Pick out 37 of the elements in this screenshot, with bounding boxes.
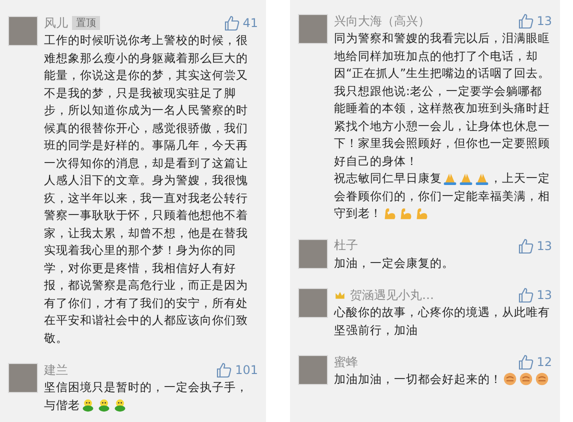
pinned-badge: 置顶 — [72, 16, 100, 30]
comment-text: 工作的时候听说你考上警校的时候，很难想象那么瘦小的身躯藏着那么巨大的能量，你说这是你的梦，其实这何尝又不是我的梦，只是我被现实驻足了脚步，所以知道你成为一名人民警察的时候真的很替你开心，感觉很骄傲，我们班的同学是好样的。事隔几年，今天再一次得知你的消息，却是看到了这篇让人感人泪下的文章。身为警嫂，我很愧疚，这半年以来，我一直对我老公转行警察一事耿耿于怀，只顾着他想他不着家，让我太累，却曾不想，他是在替我实现着我心里的那个梦！身为你的同学，对你更是疼惜，我相信好人有好报，都说警察是高危行业，而正是因为有了你们，才有了我们的安宁，所有处在平安和谐社会中的人都应该向你们致敬。 — [44, 32, 249, 346]
thumbs-up-icon — [216, 362, 232, 378]
like-button[interactable]: 13 — [518, 287, 552, 303]
author-name[interactable]: 建兰 — [44, 362, 68, 378]
avatar-placeholder — [298, 288, 328, 318]
avatar-placeholder — [298, 14, 328, 44]
like-button[interactable]: 13 — [518, 238, 552, 254]
flexed-arm-icon — [399, 206, 413, 220]
thumbs-up-icon — [518, 354, 534, 370]
avatar-placeholder — [298, 238, 328, 268]
flexed-arm-icon — [415, 206, 429, 220]
comment-text: 加油加油，一切都会好起来的！ — [334, 371, 552, 388]
like-button[interactable]: 12 — [518, 354, 552, 370]
author-name[interactable]: 蜜蜂 — [334, 354, 358, 370]
author-name[interactable]: 风儿 — [44, 14, 68, 32]
like-button[interactable]: 41 — [224, 15, 258, 31]
author-name[interactable]: 贺涵遇见小丸… — [350, 286, 434, 304]
thumbs-up-icon — [518, 238, 534, 254]
flexed-arm-icon — [383, 206, 397, 220]
author-name[interactable]: 兴向大海（高兴） — [334, 12, 430, 30]
thumbs-up-icon — [518, 13, 534, 29]
avatar-placeholder — [8, 363, 38, 393]
comment-text: 同为警察和警嫂的我看完以后，泪满眼眶地给同样加班加点的他打了个电话，却因“正在抓人”生生把嘴边的话咽了回去。我只想跟他说:老公，一定要学会躺哪都能睡着的本领，这样熬夜加班到头痛时赶紧找个地方小憩一会儿，让身体也休息一下！家里我会照顾好，但你也一定要照顾好自己的身体！ 祝志敏同仁早日康复 ，上天一定会眷顾你们的，你们一定能幸福美满，相守到老！ — [334, 30, 551, 222]
like-button[interactable]: 101 — [216, 362, 258, 378]
like-button[interactable]: 13 — [518, 13, 552, 29]
chick-emoji-icon — [81, 398, 95, 412]
thumbs-up-icon — [224, 15, 240, 31]
comment-text: 加油，一定会康复的。 — [334, 254, 455, 272]
avatar-placeholder — [8, 16, 38, 46]
comment-text: 坚信困境只是暂时的，一定会执子手，与偕老 — [44, 379, 249, 414]
chick-emoji-icon — [113, 398, 127, 412]
author-name[interactable]: 杜子 — [334, 237, 358, 254]
avatar-placeholder — [298, 355, 328, 385]
chick-emoji-icon — [97, 398, 111, 412]
comment-text: 心酸你的故事，心疼你的境遇，从此唯有坚强前行，加油 — [334, 304, 551, 338]
thumbs-up-icon — [518, 287, 534, 303]
